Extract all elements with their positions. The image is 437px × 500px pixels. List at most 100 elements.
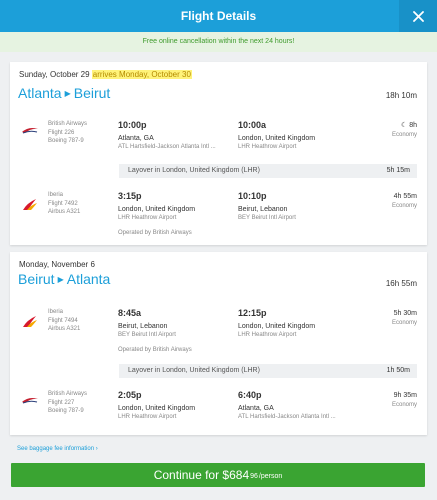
- british-airways-logo-icon: [22, 398, 38, 404]
- arrival-city: Atlanta, GA: [238, 405, 274, 412]
- layover-label: Layover in London, United Kingdom (LHR): [128, 167, 260, 174]
- route-destination: Beirut: [73, 85, 111, 101]
- route-arrow-icon: ▶: [64, 88, 71, 98]
- arrival-airport: BEY Beirut Intl Airport: [238, 215, 296, 221]
- cabin-class: Economy: [391, 320, 417, 326]
- cancellation-banner: Free online cancellation within the next…: [0, 32, 437, 52]
- british-airways-logo-icon: [22, 128, 38, 134]
- close-button[interactable]: [399, 0, 437, 32]
- layover-bar: Layover in London, United Kingdom (LHR) …: [119, 164, 417, 178]
- continue-per[interactable]: /person: [259, 473, 282, 480]
- arrival-airport: ATL Hartsfield-Jackson Atlanta Intl ...: [238, 414, 336, 420]
- airline-info: Iberia Flight 7494 Airbus A321: [48, 308, 80, 334]
- segment-duration-info: ☾ 8h Economy: [392, 120, 417, 139]
- departure-city: London, United Kingdom: [118, 405, 196, 412]
- continue-button[interactable]: Continue for $684 96 /person: [11, 463, 425, 487]
- arrival: 10:10p Beirut, Lebanon BEY Beirut Intl A…: [238, 191, 296, 223]
- departure-airport: LHR Heathrow Airport: [118, 414, 177, 420]
- outbound-date: Sunday, October 29: [19, 70, 90, 79]
- route-origin: Atlanta: [18, 85, 62, 101]
- segment-duration-info: 4h 55m Economy: [392, 191, 417, 210]
- overnight-moon-icon: ☾: [400, 122, 408, 129]
- arrival-airport: LHR Heathrow Airport: [238, 144, 297, 150]
- header-bar: Flight Details: [0, 0, 437, 32]
- arrival: 6:40p Atlanta, GA ATL Hartsfield-Jackson…: [238, 390, 336, 422]
- flight-number: Flight 227: [48, 399, 75, 406]
- arrival-city: London, United Kingdom: [238, 135, 316, 142]
- page-title: Flight Details: [180, 9, 257, 23]
- flight-segment: Iberia Flight 7494 Airbus A321 8:45a Bei…: [10, 308, 427, 368]
- flight-number: Flight 226: [48, 129, 75, 136]
- layover-bar: Layover in London, United Kingdom (LHR) …: [119, 364, 417, 378]
- return-route: Beirut ▶ Atlanta: [18, 271, 110, 287]
- layover-duration: 5h 15m: [386, 167, 410, 174]
- layover-label: Layover in London, United Kingdom (LHR): [128, 367, 260, 374]
- departure: 8:45a Beirut, Lebanon BEY Beirut Intl Ai…: [118, 308, 176, 340]
- operated-by: Operated by British Airways: [118, 347, 192, 353]
- airline-name: Iberia: [48, 309, 64, 315]
- departure-airport: BEY Beirut Intl Airport: [118, 332, 176, 338]
- flight-number: Flight 7494: [48, 317, 78, 324]
- arrival-time: 6:40p: [238, 390, 262, 400]
- flight-number: Flight 7492: [48, 200, 78, 207]
- outbound-card: Sunday, October 29 arrives Monday, Octob…: [10, 62, 427, 245]
- return-date-line: Monday, November 6: [19, 260, 95, 269]
- departure-city: Beirut, Lebanon: [118, 323, 168, 330]
- segment-duration-info: 9h 35m Economy: [392, 390, 417, 409]
- airline-name: British Airways: [48, 391, 88, 397]
- continue-label[interactable]: Continue for $684: [154, 468, 249, 482]
- departure-city: Atlanta, GA: [118, 135, 154, 142]
- close-icon[interactable]: [412, 10, 424, 22]
- departure-time: 2:05p: [118, 390, 142, 400]
- chevron-right-icon[interactable]: ›: [96, 446, 98, 452]
- cabin-class: Economy: [391, 402, 417, 408]
- cabin-class: Economy: [391, 132, 417, 138]
- continue-cents[interactable]: 96: [250, 473, 258, 480]
- iberia-logo-icon: [23, 199, 37, 210]
- flight-segment: Iberia Flight 7492 Airbus A321 3:15p Lon…: [10, 191, 427, 251]
- airline-info: British Airways Flight 226 Boeing 787-9: [48, 120, 87, 146]
- flight-segment: British Airways Flight 227 Boeing 787-9 …: [10, 390, 427, 450]
- segment-duration: 9h 35m: [393, 392, 417, 399]
- departure: 10:00p Atlanta, GA ATL Hartsfield-Jackso…: [118, 120, 216, 152]
- aircraft: Boeing 787-9: [48, 408, 84, 414]
- departure-time: 10:00p: [118, 120, 147, 130]
- arrival-time: 10:00a: [238, 120, 267, 130]
- departure: 3:15p London, United Kingdom LHR Heathro…: [118, 191, 195, 223]
- outbound-date-line: Sunday, October 29 arrives Monday, Octob…: [19, 70, 192, 79]
- return-total-duration: 16h 55m: [385, 279, 417, 288]
- segment-duration-value: 8h: [409, 122, 417, 129]
- segment-duration: 5h 30m: [393, 310, 417, 317]
- departure-time: 8:45a: [118, 308, 142, 318]
- departure: 2:05p London, United Kingdom LHR Heathro…: [118, 390, 195, 422]
- segment-duration: ☾ 8h: [392, 120, 417, 131]
- iberia-logo-icon: [23, 316, 37, 327]
- outbound-route: Atlanta ▶ Beirut: [18, 85, 110, 101]
- route-destination: Atlanta: [66, 271, 111, 287]
- route-origin: Beirut: [18, 271, 55, 287]
- airline-name: Iberia: [48, 192, 64, 198]
- departure-airport: ATL Hartsfield-Jackson Atlanta Intl ...: [118, 144, 216, 150]
- airline-name: British Airways: [48, 121, 88, 127]
- return-card: Monday, November 6 Beirut ▶ Atlanta 16h …: [10, 252, 427, 435]
- outbound-total-duration: 18h 10m: [385, 91, 417, 100]
- arrives-note: arrives Monday, October 30: [91, 70, 192, 79]
- return-date: Monday, November 6: [19, 260, 95, 269]
- cabin-class: Economy: [391, 203, 417, 209]
- aircraft: Airbus A321: [48, 326, 81, 332]
- segment-duration-info: 5h 30m Economy: [392, 308, 417, 327]
- arrival-city: London, United Kingdom: [238, 323, 316, 330]
- departure-time: 3:15p: [118, 191, 142, 201]
- baggage-fee-link[interactable]: See baggage fee information ›: [17, 446, 98, 452]
- arrival-city: Beirut, Lebanon: [238, 206, 288, 213]
- arrival-time: 12:15p: [238, 308, 267, 318]
- aircraft: Airbus A321: [48, 209, 81, 215]
- segment-duration: 4h 55m: [393, 193, 417, 200]
- departure-city: London, United Kingdom: [118, 206, 196, 213]
- arrival-time: 10:10p: [238, 191, 267, 201]
- baggage-fee-label[interactable]: See baggage fee information: [17, 446, 94, 452]
- route-arrow-icon: ▶: [57, 274, 64, 284]
- airline-info: British Airways Flight 227 Boeing 787-9: [48, 390, 87, 416]
- arrival: 10:00a London, United Kingdom LHR Heathr…: [238, 120, 315, 152]
- arrival: 12:15p London, United Kingdom LHR Heathr…: [238, 308, 315, 340]
